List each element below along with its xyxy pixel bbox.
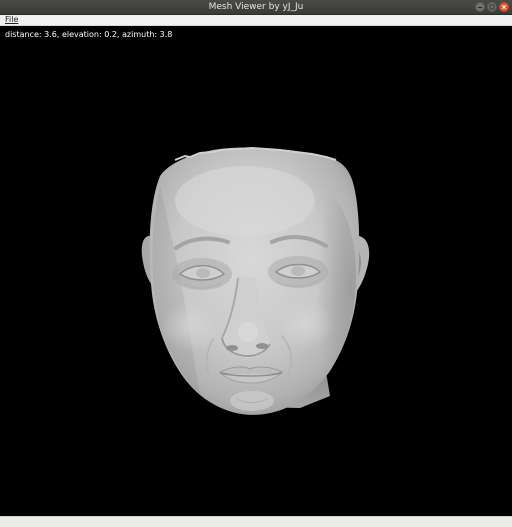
mesh-viewer-window: Mesh Viewer by yJ_Ju File distance: 3.6,…	[0, 0, 512, 527]
close-icon[interactable]	[499, 2, 509, 12]
3d-viewport[interactable]: distance: 3.6, elevation: 0.2, azimuth: …	[0, 26, 512, 516]
status-bar	[0, 516, 512, 527]
title-bar[interactable]: Mesh Viewer by yJ_Ju	[0, 0, 512, 15]
window-title: Mesh Viewer by yJ_Ju	[208, 2, 304, 12]
menu-bar: File	[0, 15, 512, 26]
window-controls	[475, 2, 509, 12]
maximize-icon[interactable]	[487, 2, 497, 12]
menu-file[interactable]: File	[5, 14, 18, 26]
minimize-icon[interactable]	[475, 2, 485, 12]
face-mesh-render	[141, 146, 370, 415]
